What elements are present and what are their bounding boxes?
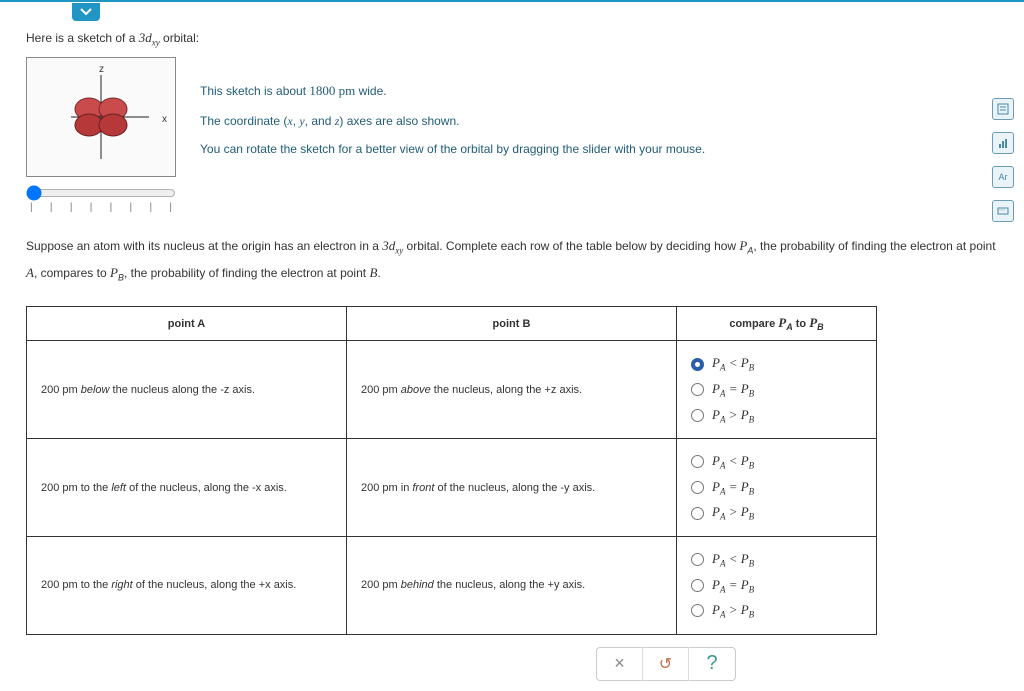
cell-point-b: 200 pm above the nucleus, along the +z a… — [347, 341, 677, 439]
radio-icon — [691, 455, 704, 468]
q-p5: , the probability of finding the electro… — [124, 266, 370, 280]
header-compare: compare PA to PB — [677, 307, 877, 341]
cell-compare: PA < PB PA = PB PA > PB — [677, 341, 877, 439]
info-2b: , and — [305, 114, 335, 128]
z-axis-label: z — [99, 64, 104, 75]
radio-option-lt[interactable]: PA < PB — [691, 351, 862, 377]
hc-pbsub: B — [817, 322, 824, 332]
cell-point-a: 200 pm to the right of the nucleus, alon… — [27, 536, 347, 634]
table-row: 200 pm to the left of the nucleus, along… — [27, 439, 877, 537]
cell-compare: PA < PB PA = PB PA > PB — [677, 536, 877, 634]
intro-prefix: Here is a sketch of a — [26, 31, 139, 45]
table-row: 200 pm to the right of the nucleus, alon… — [27, 536, 877, 634]
radio-label: PA > PB — [712, 407, 754, 425]
keyboard-icon[interactable] — [992, 200, 1014, 222]
collapse-toggle[interactable] — [72, 3, 100, 21]
chevron-down-icon — [79, 7, 93, 17]
q-p3: , the probability of finding the electro… — [753, 239, 995, 253]
radio-label: PA < PB — [712, 551, 754, 569]
info-1a: This sketch is about — [200, 84, 309, 98]
radio-label: PA < PB — [712, 453, 754, 471]
cell-compare: PA < PB PA = PB PA > PB — [677, 439, 877, 537]
info-1b: 1800 pm — [309, 83, 355, 98]
orbital-sketch-box: z x |||||||| — [26, 57, 176, 213]
q-p1: Suppose an atom with its nucleus at the … — [26, 239, 382, 253]
q-pb: P — [110, 265, 118, 280]
radio-option-eq[interactable]: PA = PB — [691, 475, 862, 501]
radio-icon — [691, 579, 704, 592]
radio-label: PA = PB — [712, 577, 754, 595]
radio-icon — [691, 409, 704, 422]
side-toolbar: Ar — [992, 98, 1014, 222]
radio-icon — [691, 553, 704, 566]
periodic-table-icon[interactable]: Ar — [992, 166, 1014, 188]
hc-pa: P — [778, 315, 786, 330]
rotation-slider[interactable] — [26, 185, 176, 201]
radio-label: PA < PB — [712, 355, 754, 373]
intro-text: Here is a sketch of a 3dxy orbital: — [26, 30, 998, 47]
radio-label: PA = PB — [712, 479, 754, 497]
question-text: Suppose an atom with its nucleus at the … — [26, 233, 998, 286]
radio-label: PA = PB — [712, 381, 754, 399]
radio-label: PA > PB — [712, 504, 754, 522]
clear-button[interactable]: × — [597, 647, 643, 681]
radio-icon — [691, 604, 704, 617]
q-orb: 3d — [382, 238, 395, 253]
radio-icon — [691, 383, 704, 396]
radio-option-gt[interactable]: PA > PB — [691, 403, 862, 429]
radio-icon — [691, 507, 704, 520]
radio-option-gt[interactable]: PA > PB — [691, 598, 862, 624]
q-A: A — [26, 265, 34, 280]
q-p6: . — [377, 266, 380, 280]
radio-option-lt[interactable]: PA < PB — [691, 449, 862, 475]
info-line-2: The coordinate (x, y, and z) axes are al… — [200, 107, 705, 136]
radio-icon — [691, 358, 704, 371]
info-1c: wide. — [355, 84, 386, 98]
info-line-1: This sketch is about 1800 pm wide. — [200, 75, 705, 106]
action-bar: × ↺ ? — [596, 647, 736, 681]
cell-point-a: 200 pm below the nucleus along the -z ax… — [27, 341, 347, 439]
info-text: This sketch is about 1800 pm wide. The c… — [200, 57, 705, 164]
clear-icon: × — [614, 653, 625, 674]
header-point-a: point A — [27, 307, 347, 341]
header-point-b: point B — [347, 307, 677, 341]
radio-option-gt[interactable]: PA > PB — [691, 500, 862, 526]
hc-pb: P — [809, 315, 817, 330]
info-line-3: You can rotate the sketch for a better v… — [200, 135, 705, 164]
info-2a: The coordinate ( — [200, 114, 287, 128]
orbital-subscript: xy — [152, 37, 160, 47]
table-row: 200 pm below the nucleus along the -z ax… — [27, 341, 877, 439]
reset-icon: ↺ — [659, 654, 672, 674]
main-content: Here is a sketch of a 3dxy orbital: z x … — [0, 2, 1024, 691]
radio-option-eq[interactable]: PA = PB — [691, 573, 862, 599]
info-2c: ) axes are also shown. — [339, 114, 459, 128]
cell-point-b: 200 pm behind the nucleus, along the +y … — [347, 536, 677, 634]
cell-point-b: 200 pm in front of the nucleus, along th… — [347, 439, 677, 537]
reset-button[interactable]: ↺ — [643, 647, 689, 681]
orbital-symbol: 3d — [139, 30, 152, 45]
radio-icon — [691, 481, 704, 494]
rotation-slider-wrap: |||||||| — [26, 185, 176, 213]
graph-icon[interactable] — [992, 132, 1014, 154]
radio-option-eq[interactable]: PA = PB — [691, 377, 862, 403]
calculator-icon[interactable] — [992, 98, 1014, 120]
q-p2: orbital. Complete each row of the table … — [403, 239, 739, 253]
orbital-svg — [41, 67, 161, 167]
intro-suffix: orbital: — [160, 31, 199, 45]
comparison-table-wrap: point A point B compare PA to PB 200 pm … — [26, 306, 998, 635]
orbital-frame[interactable]: z x — [26, 57, 176, 177]
x-axis-label: x — [162, 114, 167, 125]
hc-pre: compare — [729, 318, 778, 330]
radio-label: PA > PB — [712, 602, 754, 620]
comparison-table: point A point B compare PA to PB 200 pm … — [26, 306, 877, 635]
cell-point-a: 200 pm to the left of the nucleus, along… — [27, 439, 347, 537]
help-button[interactable]: ? — [689, 647, 735, 681]
radio-option-lt[interactable]: PA < PB — [691, 547, 862, 573]
q-p4: , compares to — [34, 266, 110, 280]
hc-mid: to — [793, 318, 810, 330]
slider-ticks: |||||||| — [26, 202, 176, 213]
